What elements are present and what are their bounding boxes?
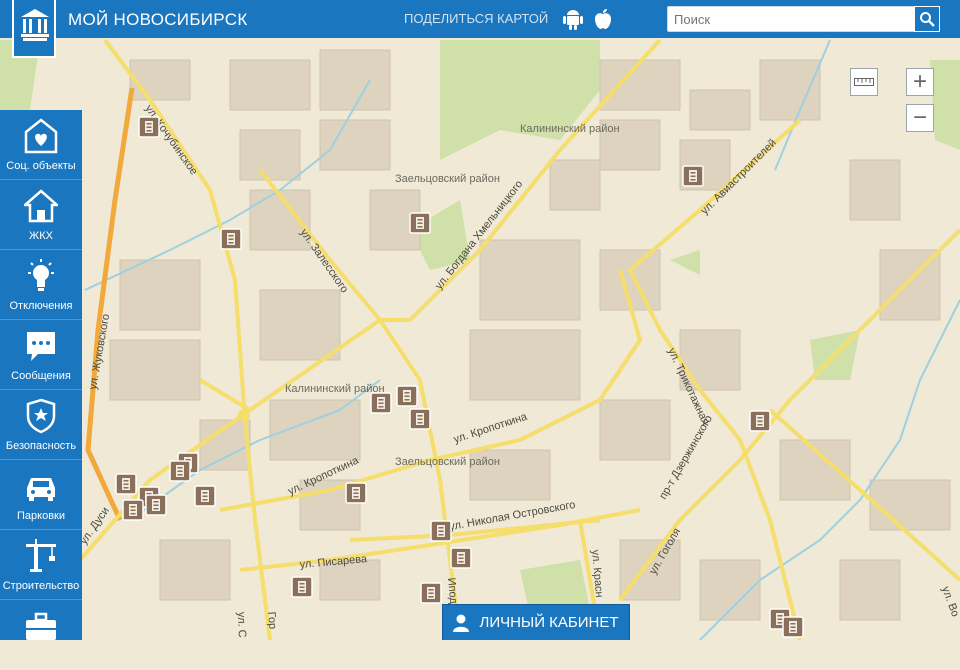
- sidebar-item-label: Соц. объекты: [6, 160, 76, 172]
- house-icon: [24, 189, 58, 223]
- city-map[interactable]: Калининский район Заельцовский район Кал…: [0, 38, 960, 640]
- sidebar-item-housing[interactable]: ЖКХ: [0, 180, 82, 250]
- apple-icon: [595, 9, 611, 29]
- briefcase-icon: [26, 612, 56, 640]
- sidebar-item-label: ЖКХ: [29, 230, 53, 242]
- sidebar-item-outages[interactable]: Отключения: [0, 250, 82, 320]
- android-app-button[interactable]: [560, 6, 586, 32]
- city-hall-icon: [21, 9, 49, 41]
- ruler-tool-button[interactable]: [850, 68, 878, 96]
- building-marker-icon[interactable]: [782, 616, 804, 638]
- building-marker-icon[interactable]: [145, 494, 167, 516]
- sidebar-item-messages[interactable]: Сообщения: [0, 320, 82, 390]
- shield-icon: [26, 398, 56, 434]
- district-label: Калининский район: [285, 383, 385, 395]
- user-icon: [453, 614, 470, 632]
- search-input[interactable]: [668, 7, 918, 31]
- search-icon: [920, 12, 935, 27]
- sidebar-item-security[interactable]: Безопасность: [0, 390, 82, 460]
- building-marker-icon[interactable]: [450, 547, 472, 569]
- building-marker-icon[interactable]: [138, 116, 160, 138]
- ruler-icon: [854, 78, 874, 86]
- street-label: Гор: [265, 611, 278, 629]
- android-icon: [563, 10, 583, 30]
- building-marker-icon[interactable]: [194, 485, 216, 507]
- search-button[interactable]: [914, 6, 940, 32]
- building-marker-icon[interactable]: [220, 228, 242, 250]
- sidebar-item-label: Отключения: [9, 300, 73, 312]
- sidebar-item-label: Строительство: [2, 580, 80, 592]
- district-label: Заельцовский район: [395, 173, 500, 185]
- personal-cabinet-button[interactable]: ЛИЧНЫЙ КАБИНЕТ: [442, 604, 630, 640]
- category-sidebar: Соц. объекты ЖКХ Отключения Сообщения Бе…: [0, 110, 82, 640]
- sidebar-item-more[interactable]: [0, 600, 82, 670]
- crane-icon: [26, 539, 56, 572]
- building-marker-icon[interactable]: [115, 473, 137, 495]
- social-objects-icon: [24, 118, 58, 154]
- sidebar-item-social-objects[interactable]: Соц. объекты: [0, 110, 82, 180]
- sidebar-item-label: Парковки: [17, 510, 65, 522]
- app-title: МОЙ НОВОСИБИРСК: [68, 10, 248, 29]
- building-marker-icon[interactable]: [420, 582, 442, 604]
- building-marker-icon[interactable]: [409, 408, 431, 430]
- building-marker-icon[interactable]: [409, 212, 431, 234]
- street-label: Ипод: [445, 577, 459, 605]
- message-icon: [27, 332, 55, 361]
- building-marker-icon[interactable]: [122, 499, 144, 521]
- building-marker-icon[interactable]: [682, 165, 704, 187]
- car-icon: [27, 478, 55, 501]
- personal-cabinet-label: ЛИЧНЫЙ КАБИНЕТ: [479, 614, 619, 631]
- building-marker-icon[interactable]: [291, 576, 313, 598]
- share-map-link[interactable]: ПОДЕЛИТЬСЯ КАРТОЙ: [404, 11, 548, 26]
- building-marker-icon[interactable]: [345, 482, 367, 504]
- building-marker-icon[interactable]: [370, 392, 392, 414]
- district-label: Калининский район: [520, 123, 620, 135]
- building-marker-icon[interactable]: [169, 460, 191, 482]
- sidebar-item-parking[interactable]: Парковки: [0, 460, 82, 530]
- search-box: [667, 6, 939, 32]
- building-marker-icon[interactable]: [396, 385, 418, 407]
- street-label: ул. С: [235, 612, 248, 638]
- zoom-in-button[interactable]: +: [906, 68, 934, 96]
- lightbulb-icon: [28, 259, 54, 291]
- sidebar-item-construction[interactable]: Строительство: [0, 530, 82, 600]
- district-label: Заельцовский район: [395, 456, 500, 468]
- building-marker-icon[interactable]: [430, 520, 452, 542]
- sidebar-item-label: Сообщения: [11, 370, 71, 382]
- sidebar-item-label: Безопасность: [5, 440, 77, 452]
- city-logo[interactable]: [12, 0, 56, 58]
- zoom-out-button[interactable]: −: [906, 104, 934, 132]
- building-marker-icon[interactable]: [749, 410, 771, 432]
- ios-app-button[interactable]: [590, 6, 616, 32]
